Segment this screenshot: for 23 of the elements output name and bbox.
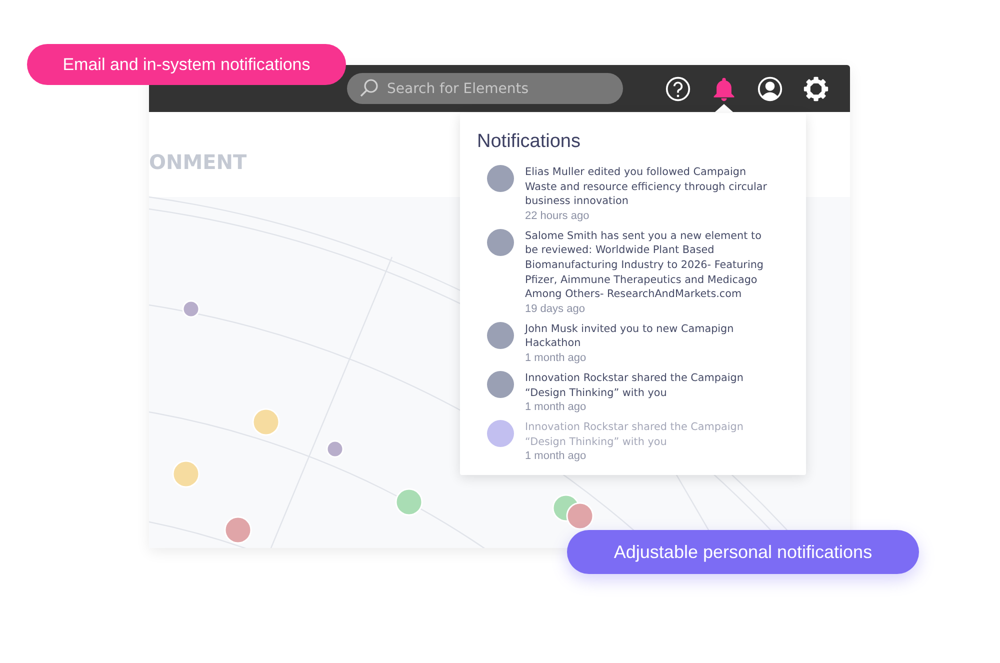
avatar bbox=[487, 370, 514, 398]
avatar bbox=[487, 228, 514, 256]
avatar bbox=[487, 322, 514, 349]
callout-label: Adjustable personal notifications bbox=[567, 530, 919, 574]
settings-icon[interactable] bbox=[803, 76, 829, 102]
user-icon[interactable] bbox=[757, 76, 783, 102]
avatar bbox=[487, 165, 514, 192]
notification-text[interactable]: Innovation Rockstar shared the Campaign “Design Thinking” with you bbox=[525, 370, 777, 400]
bell-icon[interactable] bbox=[711, 76, 737, 102]
callout-label: Email and in-system notifications bbox=[27, 44, 346, 85]
search-field[interactable]: Search for Elements bbox=[347, 73, 623, 104]
avatar bbox=[487, 420, 514, 448]
notification-time: 1 month ago bbox=[525, 450, 588, 462]
panel-title: Notifications bbox=[477, 131, 582, 153]
notification-text[interactable]: Elias Muller edited you followed Campaign Waste and resource efficiency through circular business innovation bbox=[525, 165, 777, 209]
help-icon[interactable] bbox=[665, 76, 691, 102]
notification-text[interactable]: Salome Smith has sent you a new element to be reviewed: Worldwide Plant Based Biomanufacturing Industry to 2026- Featuring Pfizer, Aimmune Therapeutics and Medicago Among Others- ResearchAndMarkets.com bbox=[525, 228, 777, 302]
notification-time: 1 month ago bbox=[525, 401, 588, 414]
notification-time: 19 days ago bbox=[525, 302, 586, 315]
notification-time: 22 hours ago bbox=[525, 210, 590, 222]
notification-text[interactable]: John Musk invited you to new Camapign Hackathon bbox=[525, 322, 777, 351]
notification-time: 1 month ago bbox=[525, 352, 588, 364]
section-heading: ONMENT bbox=[149, 150, 247, 174]
